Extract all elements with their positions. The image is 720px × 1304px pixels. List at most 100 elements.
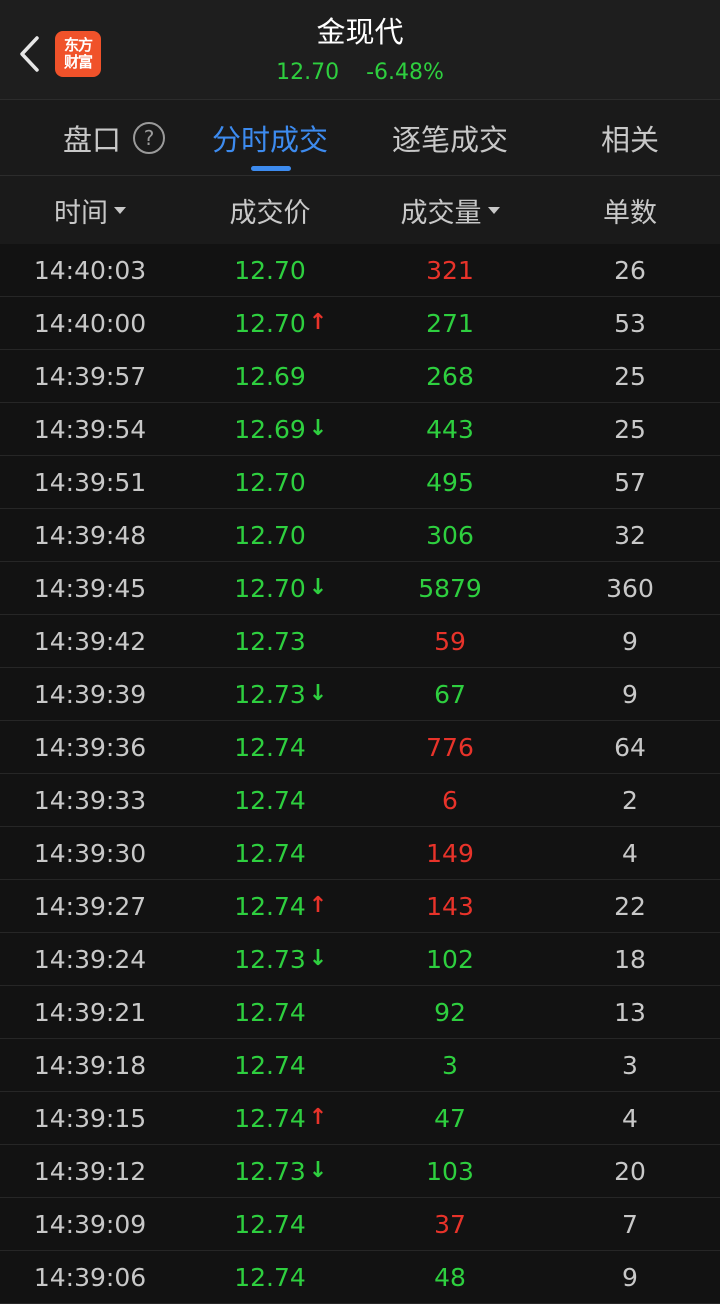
trade-time-text: 14:39:57 xyxy=(33,361,147,391)
trade-price: 12.74 xyxy=(180,1198,360,1250)
trade-volume-text: 306 xyxy=(426,520,474,550)
trade-volume-text: 59 xyxy=(434,626,466,656)
tab-label: 分时成交 xyxy=(211,122,328,157)
trade-count: 2 xyxy=(540,774,720,826)
tab-order-book[interactable]: 盘口 ? xyxy=(44,100,184,175)
table-header: 时间 成交价 成交量 单数 xyxy=(0,176,720,244)
price-value: 12.73 xyxy=(234,626,306,656)
trade-price-text: 12.70 xyxy=(234,468,306,497)
trade-count-text: 18 xyxy=(614,944,646,974)
trade-time: 14:39:48 xyxy=(0,509,180,561)
table-row: 14:39:42 12.73 59 9 xyxy=(0,615,720,668)
trade-time: 14:39:54 xyxy=(0,403,180,455)
table-row: 14:39:30 12.74 149 4 xyxy=(0,827,720,880)
trade-time: 14:40:00 xyxy=(0,297,180,349)
trade-volume-text: 102 xyxy=(426,944,474,974)
stock-quote: 12.70 -6.48% xyxy=(0,58,720,88)
trade-count: 22 xyxy=(540,880,720,932)
trade-time-text: 14:40:03 xyxy=(33,255,147,285)
trade-price-text: 12.74 xyxy=(234,786,306,815)
tab-bar: 盘口 ? 分时成交 逐笔成交 相关 xyxy=(0,100,720,176)
trade-price-text: 12.74 xyxy=(234,998,306,1027)
price-value: 12.70 xyxy=(234,255,306,285)
arrow-up-icon: ↑ xyxy=(308,1105,328,1130)
table-row: 14:40:03 12.70 321 26 xyxy=(0,244,720,297)
trade-count-text: 360 xyxy=(606,573,654,603)
trade-count-text: 20 xyxy=(614,1156,646,1186)
table-row: 14:39:45 12.70 ↓ 5879 360 xyxy=(0,562,720,615)
tab-time-sales[interactable]: 分时成交 xyxy=(190,100,350,175)
trade-volume: 5879 xyxy=(360,562,540,614)
trade-count-text: 2 xyxy=(622,785,638,815)
table-row: 14:39:36 12.74 776 64 xyxy=(0,721,720,774)
trade-price: 12.73 ↓ xyxy=(180,1145,360,1197)
trade-volume-text: 271 xyxy=(426,308,474,338)
tab-related[interactable]: 相关 xyxy=(560,100,700,175)
trade-count-text: 4 xyxy=(622,838,638,868)
trade-price: 12.74 xyxy=(180,1251,360,1303)
price-value: 12.74 xyxy=(234,1262,306,1292)
trade-time: 14:39:45 xyxy=(0,562,180,614)
trade-time-text: 14:39:27 xyxy=(33,891,147,921)
arrow-down-icon: ↓ xyxy=(308,1158,328,1183)
trade-time-text: 14:39:21 xyxy=(33,997,147,1027)
trade-count-text: 57 xyxy=(614,467,646,497)
price-value: 12.70 xyxy=(234,308,306,338)
trade-volume-text: 268 xyxy=(426,361,474,391)
trade-time: 14:39:30 xyxy=(0,827,180,879)
trade-time: 14:39:36 xyxy=(0,721,180,773)
tab-tick-by-tick[interactable]: 逐笔成交 xyxy=(370,100,530,175)
trade-time-text: 14:39:24 xyxy=(33,944,147,974)
trade-count: 3 xyxy=(540,1039,720,1091)
column-header-label: 成交价 xyxy=(229,197,311,229)
trade-count-text: 22 xyxy=(614,891,646,921)
trade-count-text: 32 xyxy=(614,520,646,550)
price-value: 12.74 xyxy=(234,785,306,815)
trade-count: 4 xyxy=(540,827,720,879)
trade-price-text: 12.73 ↓ xyxy=(234,680,327,709)
trade-price-text: 12.74 xyxy=(234,1051,306,1080)
arrow-up-icon: ↑ xyxy=(308,893,328,918)
column-time-sort[interactable]: 时间 xyxy=(0,176,180,244)
trade-volume-text: 67 xyxy=(434,679,466,709)
trade-volume-text: 92 xyxy=(434,997,466,1027)
help-icon[interactable]: ? xyxy=(133,121,165,154)
trade-count: 26 xyxy=(540,244,720,296)
arrow-down-icon: ↓ xyxy=(308,946,328,971)
trade-price: 12.74 xyxy=(180,721,360,773)
trade-time: 14:39:24 xyxy=(0,933,180,985)
trade-volume: 776 xyxy=(360,721,540,773)
trade-price-text: 12.74 xyxy=(234,1210,306,1239)
trade-price: 12.69 xyxy=(180,350,360,402)
trade-count: 25 xyxy=(540,403,720,455)
trade-price-text: 12.70 xyxy=(234,256,306,285)
trade-price: 12.74 xyxy=(180,827,360,879)
trade-price: 12.74 ↑ xyxy=(180,1092,360,1144)
trade-count-text: 4 xyxy=(622,1103,638,1133)
trade-count: 7 xyxy=(540,1198,720,1250)
table-row: 14:39:39 12.73 ↓ 67 9 xyxy=(0,668,720,721)
column-volume-sort[interactable]: 成交量 xyxy=(360,176,540,244)
trade-price-text: 12.69 ↓ xyxy=(234,415,327,444)
trade-count: 4 xyxy=(540,1092,720,1144)
trade-list[interactable]: 14:40:03 12.70 321 26 14:40:00 12.70 ↑ 271 53 14:… xyxy=(0,244,720,1304)
trade-price: 12.74 xyxy=(180,1039,360,1091)
trade-time: 14:39:33 xyxy=(0,774,180,826)
trade-price-text: 12.74 xyxy=(234,1263,306,1292)
trade-time-text: 14:39:33 xyxy=(33,785,147,815)
trade-volume-text: 47 xyxy=(434,1103,466,1133)
trade-count-text: 25 xyxy=(614,414,646,444)
trade-time: 14:39:21 xyxy=(0,986,180,1038)
trade-time: 14:39:39 xyxy=(0,668,180,720)
trade-volume: 143 xyxy=(360,880,540,932)
price-value: 12.70 xyxy=(234,573,306,603)
column-header-label: 单数 xyxy=(603,197,657,229)
trade-volume: 6 xyxy=(360,774,540,826)
table-row: 14:39:33 12.74 6 2 xyxy=(0,774,720,827)
table-row: 14:40:00 12.70 ↑ 271 53 xyxy=(0,297,720,350)
price-value: 12.74 xyxy=(234,1209,306,1239)
trade-volume: 268 xyxy=(360,350,540,402)
trade-price: 12.74 ↑ xyxy=(180,880,360,932)
trade-volume: 102 xyxy=(360,933,540,985)
trade-volume: 67 xyxy=(360,668,540,720)
